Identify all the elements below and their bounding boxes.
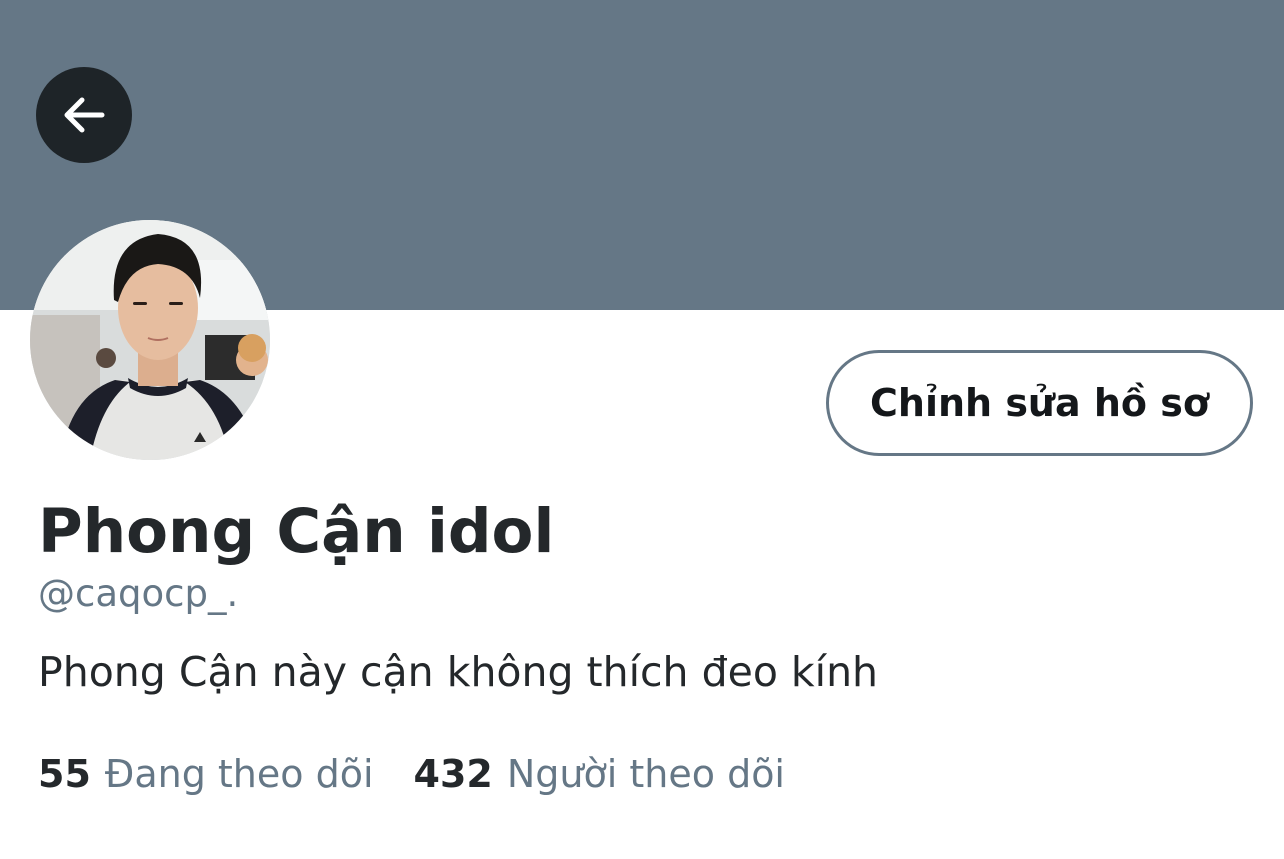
following-count: 55: [38, 752, 91, 796]
follow-stats: 55 Đang theo dõi 432 Người theo dõi: [38, 748, 785, 800]
following-label: Đang theo dõi: [104, 752, 374, 796]
arrow-left-icon: [64, 97, 105, 133]
avatar[interactable]: [30, 220, 270, 460]
followers-label: Người theo dõi: [506, 752, 785, 796]
user-handle: @caqocp_.: [38, 572, 239, 615]
followers-count: 432: [413, 752, 493, 796]
profile-photo: [30, 220, 270, 460]
back-button[interactable]: [36, 67, 132, 163]
profile-bio: Phong Cận này cận không thích đeo kính: [38, 648, 879, 696]
followers-link[interactable]: 432 Người theo dõi: [414, 748, 785, 800]
edit-profile-button[interactable]: Chỉnh sửa hồ sơ: [826, 350, 1253, 456]
display-name: Phong Cận idol: [38, 496, 555, 567]
following-link[interactable]: 55 Đang theo dõi: [38, 748, 374, 800]
